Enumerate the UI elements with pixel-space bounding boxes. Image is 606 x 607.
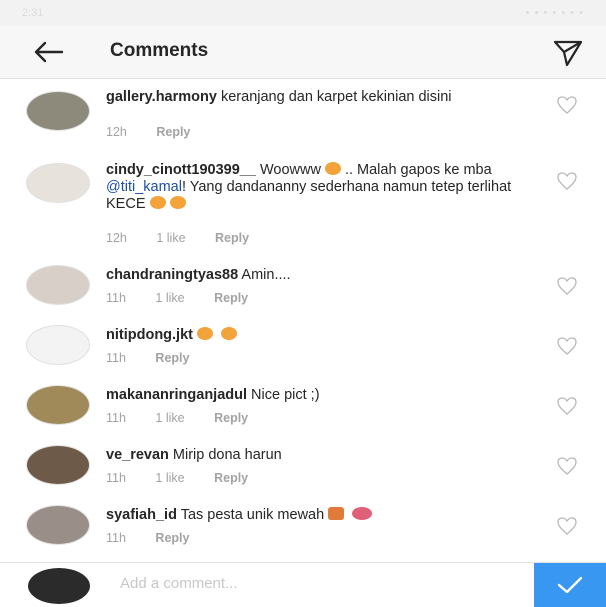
comment-username[interactable]: chandraningtyas88 — [106, 267, 238, 283]
header-bar: Comments — [0, 26, 606, 79]
comment-message: Tas pesta unik mewah — [180, 507, 325, 523]
comment-time: 11h — [106, 471, 126, 485]
like-count[interactable]: 1 like — [156, 231, 185, 245]
comment-meta: 11h 1 like Reply — [106, 471, 274, 485]
comment-time: 11h — [106, 531, 126, 545]
heart-icon[interactable] — [556, 456, 578, 476]
avatar[interactable] — [26, 91, 90, 131]
avatar[interactable] — [26, 385, 90, 425]
comment-time: 12h — [106, 231, 127, 245]
comment-meta: 12h 1 like Reply — [106, 231, 275, 245]
emoji-icon — [169, 196, 186, 209]
status-icons: • • • • • • • — [525, 7, 584, 19]
comment-text: syafiah_id Tas pesta unik mewah — [106, 507, 516, 524]
heart-icon[interactable] — [556, 276, 578, 296]
reply-button[interactable]: Reply — [215, 231, 249, 245]
comment-text: makananringanjadul Nice pict ;) — [106, 387, 516, 404]
comment-text: gallery.harmony keranjang dan karpet kek… — [106, 89, 516, 106]
like-count[interactable]: 1 like — [155, 411, 184, 425]
comment-meta: 11h 1 like Reply — [106, 411, 274, 425]
avatar[interactable] — [26, 445, 90, 485]
emoji-icon — [149, 196, 166, 209]
comment-message: Woowww — [259, 162, 321, 178]
avatar[interactable] — [26, 163, 90, 203]
comment-message: keranjang dan karpet kekinian disini — [220, 89, 452, 105]
emoji-icon — [221, 327, 238, 340]
comment-username[interactable]: makananringanjadul — [106, 387, 247, 403]
comment-username[interactable]: syafiah_id — [106, 507, 177, 523]
comment-message: Mirip dona harun — [172, 447, 282, 463]
heart-icon[interactable] — [556, 516, 578, 536]
comment-text: ve_revan Mirip dona harun — [106, 447, 516, 464]
emoji-icon — [324, 162, 341, 175]
reply-button[interactable]: Reply — [156, 125, 190, 139]
emoji-icon — [197, 327, 214, 340]
like-count[interactable]: 1 like — [155, 291, 184, 305]
avatar[interactable] — [26, 265, 90, 305]
reply-button[interactable]: Reply — [214, 291, 248, 305]
like-count[interactable]: 1 like — [155, 471, 184, 485]
comment-username[interactable]: cindy_cinott190399__ — [106, 162, 256, 178]
status-bar: 2:31 • • • • • • • — [0, 0, 606, 26]
comment-username[interactable]: nitipdong.jkt — [106, 327, 193, 343]
page-title: Comments — [110, 40, 209, 61]
comment-time: 12h — [106, 125, 127, 139]
comment-message: Nice pict ;) — [251, 387, 320, 403]
avatar[interactable] — [26, 505, 90, 545]
heart-icon[interactable] — [556, 396, 578, 416]
comment-message: Amin.... — [241, 267, 291, 283]
heart-icon[interactable] — [556, 336, 578, 356]
arrow-left-icon[interactable] — [32, 38, 66, 66]
reply-button[interactable]: Reply — [214, 411, 248, 425]
checkmark-icon — [557, 576, 583, 594]
comment-username[interactable]: ve_revan — [106, 447, 169, 463]
comment-meta: 12h Reply — [106, 125, 216, 139]
heart-icon[interactable] — [556, 95, 578, 115]
comment-composer: Add a comment... — [0, 562, 606, 607]
comment-time: 11h — [106, 411, 126, 425]
comment-meta: 11h Reply — [106, 351, 215, 365]
reply-button[interactable]: Reply — [214, 471, 248, 485]
avatar — [28, 568, 90, 604]
reply-button[interactable]: Reply — [155, 531, 189, 545]
mention-link[interactable]: @titi_kamal — [106, 179, 182, 195]
avatar[interactable] — [26, 325, 90, 365]
comment-meta: 11h 1 like Reply — [106, 291, 274, 305]
comment-input[interactable]: Add a comment... — [120, 575, 238, 592]
reply-button[interactable]: Reply — [155, 351, 189, 365]
comment-message: .. Malah gapos ke mba — [344, 162, 492, 178]
comment-time: 11h — [106, 291, 126, 305]
comment-time: 11h — [106, 351, 126, 365]
comment-text: chandraningtyas88 Amin.... — [106, 267, 516, 284]
status-time: 2:31 — [22, 7, 44, 19]
post-button[interactable] — [534, 563, 606, 607]
paper-plane-icon[interactable] — [552, 38, 584, 68]
comment-meta: 11h Reply — [106, 531, 215, 545]
comment-username[interactable]: gallery.harmony — [106, 89, 217, 105]
handbag-icon — [328, 507, 345, 520]
comment-text: nitipdong.jkt — [106, 327, 516, 344]
comment-text: cindy_cinott190399__ Woowww .. Malah gap… — [106, 162, 516, 213]
heart-icon[interactable] — [556, 171, 578, 191]
purse-icon — [352, 507, 373, 520]
